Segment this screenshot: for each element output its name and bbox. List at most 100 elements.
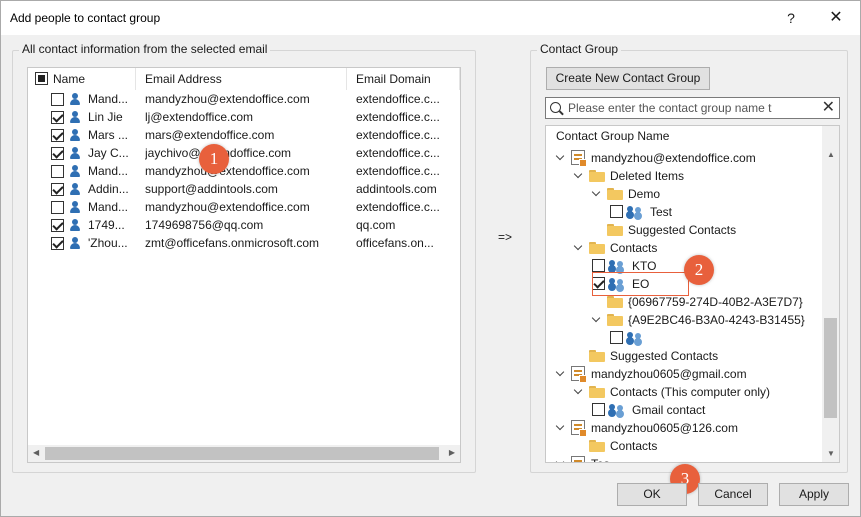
person-icon — [68, 200, 82, 214]
contact-list[interactable]: Name Email Address Email Domain Mand... m… — [27, 67, 461, 463]
tree-node-folder[interactable]: Contacts (This computer only) — [574, 382, 770, 400]
horizontal-scrollbar[interactable]: ◀ ▶ — [28, 445, 460, 462]
expand-chevron-icon[interactable] — [592, 315, 601, 324]
expand-chevron-icon[interactable] — [574, 243, 583, 252]
contact-row[interactable]: Mand... mandyzhou@extendoffice.com extendo… — [28, 162, 460, 180]
scroll-up-icon[interactable]: ▲ — [827, 150, 835, 159]
vertical-scroll-thumb[interactable] — [824, 318, 837, 418]
expand-chevron-icon[interactable] — [574, 171, 583, 180]
eo-highlight-box — [592, 272, 689, 296]
contact-row[interactable]: 'Zhou... zmt@officefans.onmicrosoft.com of… — [28, 234, 460, 252]
tree-node-folder[interactable]: Contacts — [574, 436, 657, 454]
contact-email: mars@extendoffice.com — [145, 128, 275, 142]
column-header-domain[interactable]: Email Domain — [348, 68, 460, 90]
scroll-down-icon[interactable]: ▼ — [827, 449, 835, 458]
horizontal-scroll-thumb[interactable] — [45, 447, 439, 460]
folder-icon — [589, 169, 605, 182]
group-search-input[interactable] — [566, 99, 814, 117]
group-checkbox[interactable] — [610, 205, 623, 219]
contact-group-icon — [627, 205, 645, 218]
tree-node-label: Contacts (This computer only) — [610, 384, 771, 399]
contact-row[interactable]: Mars ... mars@extendoffice.com extendoffic… — [28, 126, 460, 144]
contact-row-checkbox[interactable] — [51, 237, 64, 250]
select-all-checkbox[interactable] — [35, 72, 48, 85]
contact-name: Mand... — [88, 200, 129, 214]
expand-chevron-icon[interactable] — [556, 153, 565, 162]
tree-header: Contact Group Name — [556, 129, 670, 143]
clear-search-icon[interactable]: ✕ — [822, 98, 835, 118]
contact-row-checkbox[interactable] — [51, 165, 64, 178]
contact-group-icon — [609, 403, 627, 416]
tree-node-store[interactable]: mandyzhou@extendoffice.com — [556, 148, 756, 168]
contact-row-checkbox[interactable] — [51, 219, 64, 232]
group-search-box[interactable]: ✕ — [545, 97, 840, 119]
expand-chevron-icon[interactable] — [556, 423, 565, 432]
person-icon — [68, 182, 82, 196]
contact-name: Addin... — [88, 182, 129, 196]
contact-row-checkbox[interactable] — [51, 183, 64, 196]
contact-domain: extendoffice.c... — [356, 164, 440, 178]
contact-row-checkbox[interactable] — [51, 147, 64, 160]
tree-node-folder[interactable]: Deleted Items — [574, 166, 684, 184]
help-button[interactable]: ? — [771, 4, 811, 32]
vertical-scrollbar[interactable]: ▲ ▼ — [822, 126, 839, 462]
column-header-email[interactable]: Email Address — [137, 68, 347, 90]
contact-email: jaychivo@extendoffice.com — [145, 144, 345, 162]
add-people-dialog: Add people to contact group ? ✕ All cont… — [0, 0, 861, 517]
group-checkbox[interactable] — [592, 403, 605, 417]
column-header-name[interactable]: Name — [28, 68, 136, 90]
group-checkbox[interactable] — [610, 331, 623, 345]
expand-chevron-icon[interactable] — [556, 459, 565, 462]
tree-node-folder[interactable]: Demo — [592, 184, 660, 202]
contact-row-checkbox[interactable] — [51, 201, 64, 214]
expand-chevron-icon[interactable] — [592, 189, 601, 198]
tree-node-group[interactable]: Gmail contact — [592, 400, 705, 418]
folder-icon — [589, 349, 605, 362]
contact-email: lj@extendoffice.com — [145, 110, 254, 124]
contact-group-tree[interactable]: Contact Group Name mandyzhou@extendoffic… — [545, 125, 840, 463]
tree-node-store[interactable]: Tes... — [556, 454, 620, 462]
tree-node-store[interactable]: mandyzhou0605@126.com — [556, 418, 738, 438]
tree-node-label: Deleted Items — [610, 168, 685, 183]
contact-row[interactable]: Jay C... jaychivo@extendoffice.com extendo… — [28, 144, 460, 162]
contact-name: Mand... — [88, 92, 129, 106]
step-badge-1: 1 — [199, 144, 229, 174]
tree-node-group[interactable] — [610, 328, 650, 346]
tree-node-folder[interactable]: {A9E2BC46-B3A0-4243-B31455} — [592, 310, 805, 328]
tree-node-folder[interactable]: Suggested Contacts — [574, 346, 718, 364]
contact-domain: extendoffice.c... — [356, 146, 440, 160]
group-checkbox[interactable] — [592, 259, 605, 273]
expand-chevron-icon[interactable] — [574, 387, 583, 396]
contact-group-icon — [609, 259, 627, 272]
mail-store-icon — [571, 456, 585, 462]
contact-row[interactable]: Mand... mandyzhou@extendoffice.com extendo… — [28, 90, 460, 108]
contact-row[interactable]: 1749... 1749698756@qq.com qq.com — [28, 216, 460, 234]
apply-button[interactable]: Apply — [779, 483, 849, 506]
contact-row[interactable]: Mand... mandyzhou@extendoffice.com extendo… — [28, 198, 460, 216]
scroll-left-icon[interactable]: ◀ — [33, 448, 39, 457]
folder-icon — [607, 187, 623, 200]
tree-node-label: Gmail contact — [632, 402, 706, 417]
tree-node-folder[interactable]: Suggested Contacts — [592, 220, 736, 238]
contact-domain: addintools.com — [356, 182, 437, 196]
column-domain-label: Email Domain — [356, 72, 431, 86]
expand-chevron-icon[interactable] — [556, 369, 565, 378]
person-icon — [68, 146, 82, 160]
contact-row-checkbox[interactable] — [51, 129, 64, 142]
contact-name: 1749... — [88, 218, 125, 232]
ok-button[interactable]: OK — [617, 483, 687, 506]
tree-node-folder[interactable]: Contacts — [574, 238, 657, 256]
contact-row[interactable]: Addin... support@addintools.com addintools… — [28, 180, 460, 198]
cancel-button[interactable]: Cancel — [698, 483, 768, 506]
contact-email: mandyzhou@extendoffice.com — [145, 200, 310, 214]
scroll-right-icon[interactable]: ▶ — [449, 448, 455, 457]
contact-row[interactable]: Lin Jie lj@extendoffice.com extendoffice.c… — [28, 108, 460, 126]
tree-node-label: KTO — [632, 258, 657, 273]
tree-node-store[interactable]: mandyzhou0605@gmail.com — [556, 364, 747, 384]
close-button[interactable]: ✕ — [816, 4, 856, 32]
contact-domain: qq.com — [356, 218, 396, 232]
contact-row-checkbox[interactable] — [51, 111, 64, 124]
contact-row-checkbox[interactable] — [51, 93, 64, 106]
tree-node-group[interactable]: Test — [610, 202, 672, 220]
create-new-contact-group-button[interactable]: Create New Contact Group — [546, 67, 710, 90]
